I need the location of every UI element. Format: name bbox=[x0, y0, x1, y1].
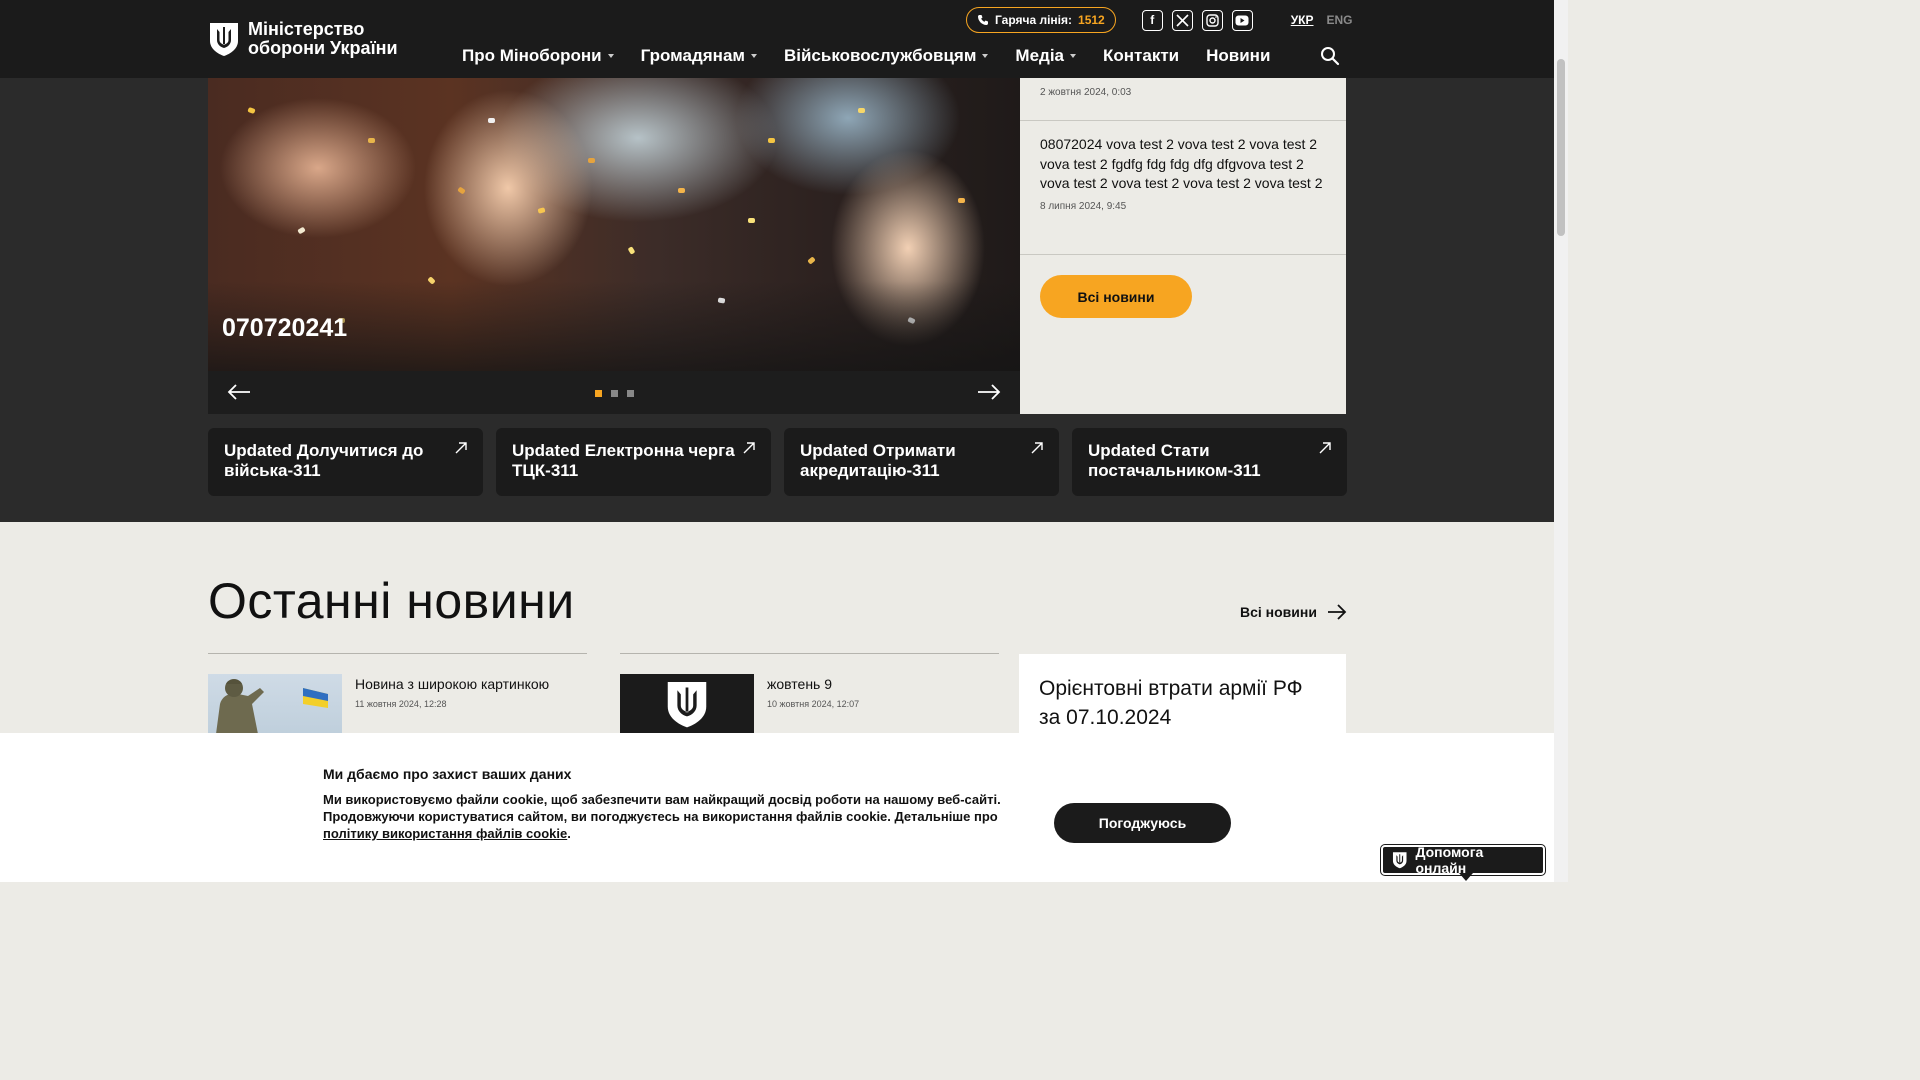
external-arrow-icon bbox=[455, 442, 467, 454]
hotline-label: Гаряча лінія: bbox=[995, 13, 1073, 27]
trident-emblem-icon bbox=[667, 682, 707, 728]
quick-links: Updated Долучитися до війська-311 Update… bbox=[208, 428, 1347, 496]
chevron-down-icon bbox=[982, 54, 989, 58]
site-logo[interactable]: Міністерство оборони України bbox=[208, 20, 418, 58]
cookie-banner: Ми дбаємо про захист ваших даних Ми вико… bbox=[0, 733, 1554, 882]
trident-emblem-icon bbox=[1392, 852, 1407, 869]
chevron-down-icon bbox=[1070, 54, 1077, 58]
losses-title: Орієнтовні втрати армії РФ за 07.10.2024 bbox=[1039, 677, 1303, 729]
instagram-icon[interactable] bbox=[1201, 9, 1223, 31]
scrollbar-thumb[interactable] bbox=[1557, 59, 1565, 236]
agree-button[interactable]: Погоджуюсь bbox=[1054, 803, 1231, 843]
arrow-left-icon[interactable] bbox=[226, 382, 252, 402]
news-date: 2 жовтня 2024, 0:03 bbox=[1040, 87, 1132, 98]
lang-ukr-link[interactable]: УКР bbox=[1291, 13, 1314, 27]
slide-caption[interactable]: 070720241 bbox=[222, 314, 347, 343]
all-news-link[interactable]: Всі новини bbox=[1240, 603, 1347, 621]
arrow-right-icon[interactable] bbox=[976, 382, 1002, 402]
cookie-policy-link[interactable]: політику використання файлів cookie bbox=[323, 826, 567, 841]
trident-emblem-icon bbox=[210, 23, 238, 56]
site-header: Міністерство оборони України Гаряча ліні… bbox=[0, 0, 1554, 78]
nav-item-contacts[interactable]: Контакти bbox=[1103, 46, 1179, 66]
quick-link-label: Updated Отримати акредитацію-311 bbox=[800, 441, 956, 480]
cookie-text-end: . bbox=[567, 826, 571, 841]
help-online-label: Допомога онлайн bbox=[1415, 844, 1484, 876]
news-thumbnail bbox=[620, 674, 754, 734]
facebook-icon[interactable]: f bbox=[1141, 9, 1163, 31]
cookie-text-body: Ми використовуємо файли cookie, щоб забе… bbox=[323, 792, 1001, 824]
nav-item-label: Про Міноборони bbox=[462, 46, 602, 65]
hotline-number: 1512 bbox=[1078, 13, 1105, 27]
arrow-right-icon bbox=[1327, 604, 1347, 620]
slider-dot[interactable] bbox=[595, 390, 602, 397]
nav-item-about[interactable]: Про Міноборони bbox=[462, 46, 614, 66]
news-item[interactable]: Новина з широкою картинкою 11 жовтня 202… bbox=[208, 653, 587, 734]
external-arrow-icon bbox=[743, 442, 755, 454]
quick-link-queue[interactable]: Updated Електронна черга ТЦК-311 bbox=[496, 428, 771, 496]
news-date: 8 липня 2024, 9:45 bbox=[1040, 200, 1127, 212]
hotline-button[interactable]: Гаряча лінія: 1512 bbox=[966, 7, 1116, 33]
nav-item-label: Контакти bbox=[1103, 46, 1180, 65]
youtube-icon[interactable] bbox=[1231, 9, 1253, 31]
quick-link-label: Updated Електронна черга ТЦК-311 bbox=[512, 441, 735, 480]
external-arrow-icon bbox=[1319, 442, 1331, 454]
quick-link-accreditation[interactable]: Updated Отримати акредитацію-311 bbox=[784, 428, 1059, 496]
nav-item-label: Громадянам bbox=[640, 46, 745, 65]
news-date: 10 жовтня 2024, 12:07 bbox=[767, 699, 860, 709]
nav-item-label: Новини bbox=[1206, 46, 1271, 65]
page-scrollbar[interactable] bbox=[1554, 0, 1568, 882]
news-sidebar-item[interactable]: 08072024 vova test 2 vova test 2 vova te… bbox=[1020, 121, 1346, 255]
top-bar: Гаряча лінія: 1512 f УКР ENG bbox=[966, 7, 1353, 33]
cookie-text: Ми використовуємо файли cookie, щоб забе… bbox=[323, 791, 1023, 842]
nav-item-label: Військовослужбовцям bbox=[783, 46, 977, 65]
slider-dot[interactable] bbox=[627, 390, 634, 397]
nav-item-military[interactable]: Військовослужбовцям bbox=[783, 46, 989, 66]
news-title: Новина з широкою картинкою bbox=[355, 676, 550, 692]
news-item[interactable]: жовтень 9 10 жовтня 2024, 12:07 bbox=[620, 653, 999, 734]
nav-item-citizens[interactable]: Громадянам bbox=[641, 46, 757, 66]
quick-link-supplier[interactable]: Updated Стати постачальником-311 bbox=[1072, 428, 1347, 496]
social-links: f bbox=[1141, 9, 1253, 31]
nav-item-label: Медіа bbox=[1015, 46, 1065, 65]
main-nav: Про Міноборони Громадянам Військовослужб… bbox=[462, 46, 1270, 66]
russian-losses-card[interactable]: Орієнтовні втрати армії РФ за 07.10.2024 bbox=[1019, 654, 1346, 744]
all-news-link-label: Всі новини bbox=[1240, 604, 1317, 620]
quick-link-label: Updated Долучитися до війська-311 bbox=[224, 441, 424, 480]
slider-dot[interactable] bbox=[611, 390, 618, 397]
search-icon[interactable] bbox=[1320, 46, 1340, 66]
x-icon[interactable] bbox=[1171, 9, 1193, 31]
logo-text: Міністерство оборони України bbox=[248, 19, 398, 58]
language-switcher: УКР ENG bbox=[1291, 13, 1353, 27]
quick-link-label: Updated Стати постачальником-311 bbox=[1088, 441, 1261, 480]
news-thumbnail bbox=[208, 674, 342, 734]
slider-controls bbox=[208, 371, 1020, 414]
chevron-down-icon bbox=[750, 54, 757, 58]
external-arrow-icon bbox=[1031, 442, 1043, 454]
nav-item-news[interactable]: Новини bbox=[1206, 46, 1270, 66]
phone-icon bbox=[978, 15, 988, 25]
all-news-button[interactable]: Всі новини bbox=[1040, 275, 1192, 318]
cookie-title: Ми дбаємо про захист ваших даних bbox=[323, 766, 572, 782]
news-title: жовтень 9 bbox=[767, 676, 833, 692]
nav-item-media[interactable]: Медіа bbox=[1015, 46, 1077, 66]
news-date: 11 жовтня 2024, 12:28 bbox=[355, 699, 447, 709]
news-title: 08072024 vova test 2 vova test 2 vova te… bbox=[1040, 136, 1323, 191]
slider-dots bbox=[595, 390, 634, 397]
chevron-down-icon bbox=[607, 54, 614, 58]
news-sidebar-item[interactable]: 2 жовтня 2024, 0:03 bbox=[1020, 78, 1346, 121]
help-online-button[interactable]: Допомога онлайн bbox=[1381, 844, 1545, 881]
news-sidebar: 2 жовтня 2024, 0:03 08072024 vova test 2… bbox=[1020, 78, 1346, 414]
quick-link-join-army[interactable]: Updated Долучитися до війська-311 bbox=[208, 428, 483, 496]
section-title: Останні новини bbox=[208, 573, 575, 629]
lang-eng-link[interactable]: ENG bbox=[1327, 13, 1353, 27]
